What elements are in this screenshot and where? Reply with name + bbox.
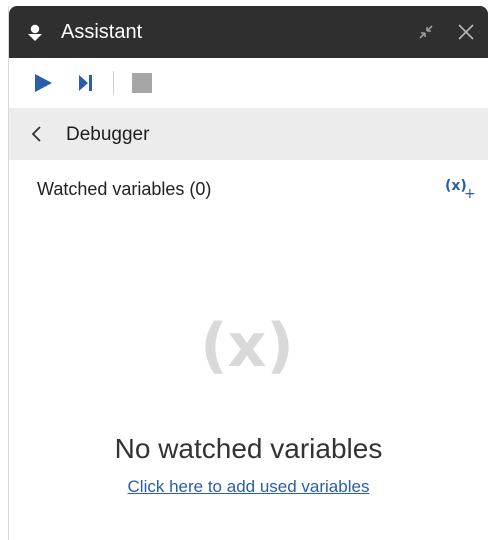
title-bar: Assistant <box>9 6 488 58</box>
assistant-icon <box>27 24 43 42</box>
chevron-left-icon[interactable] <box>25 122 49 146</box>
toolbar-divider <box>113 71 114 95</box>
empty-variables-icon: (x) <box>200 311 294 381</box>
step-icon[interactable] <box>73 70 99 96</box>
window-title: Assistant <box>61 21 143 43</box>
empty-state-title: No watched variables <box>114 433 383 464</box>
play-icon[interactable] <box>30 70 56 96</box>
add-used-variables-link[interactable]: Click here to add used variables <box>9 476 488 498</box>
plus-icon: + <box>464 186 476 202</box>
shrink-icon[interactable] <box>414 20 438 44</box>
stop-icon[interactable] <box>129 70 155 96</box>
watched-variables-header: Watched variables (0) (x) + <box>9 160 488 216</box>
debug-toolbar <box>9 58 488 108</box>
add-watch-variable-button[interactable]: (x) + <box>441 176 476 202</box>
close-icon[interactable] <box>454 20 478 44</box>
breadcrumb: Debugger <box>9 108 488 160</box>
watched-variables-title: Watched variables (0) <box>37 179 212 199</box>
assistant-panel: Assistant Debugger Watched variables (0)… <box>8 6 488 540</box>
breadcrumb-label: Debugger <box>66 124 150 145</box>
